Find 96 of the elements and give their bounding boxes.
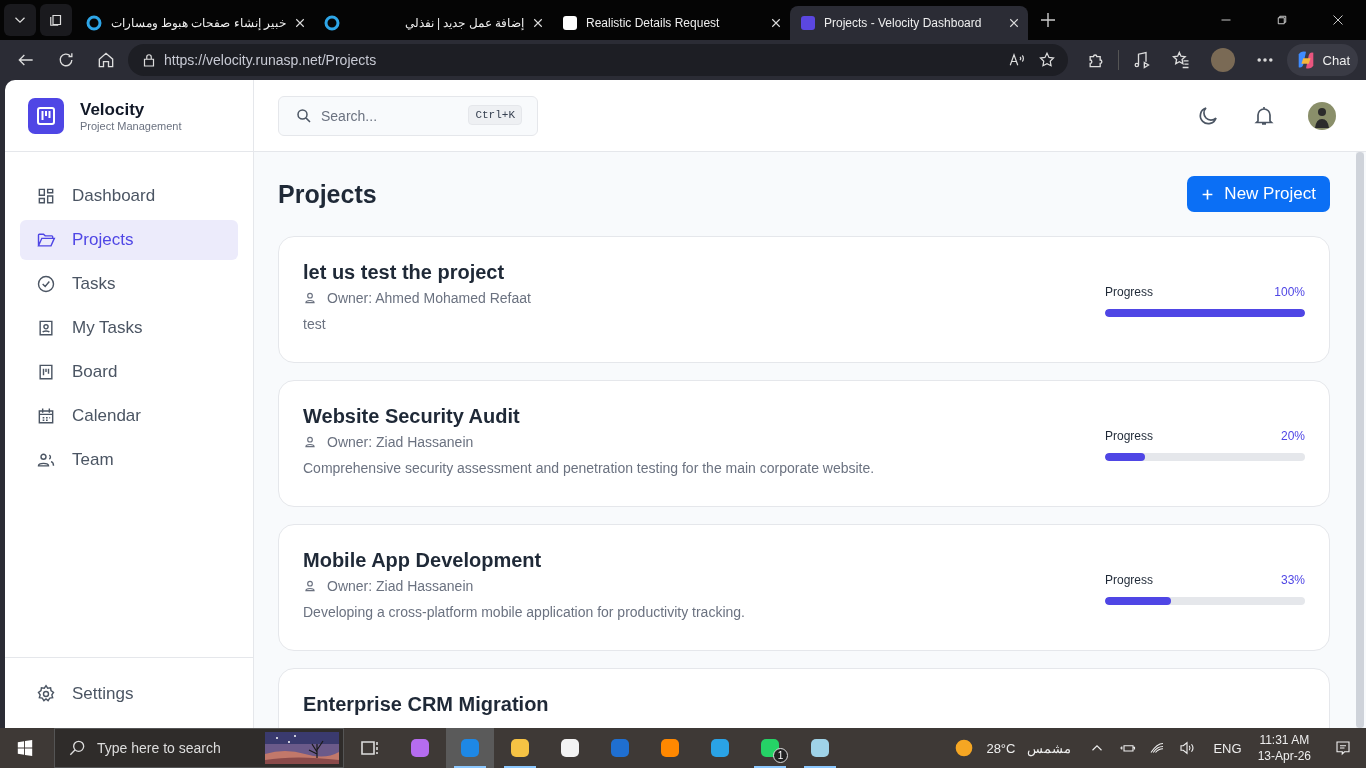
browser-tab[interactable]: إضافة عمل جديد | نفذلي bbox=[314, 6, 552, 40]
sun-icon[interactable] bbox=[954, 738, 975, 758]
dashboard-icon bbox=[36, 186, 56, 206]
favicon-icon bbox=[562, 15, 578, 31]
progress-label: Progress bbox=[1105, 429, 1154, 443]
app-name: Velocity bbox=[80, 99, 146, 120]
app-icon bbox=[708, 736, 732, 760]
app-icon bbox=[608, 736, 632, 760]
team-icon bbox=[36, 450, 56, 470]
app-icon bbox=[758, 736, 782, 760]
workspaces-button[interactable] bbox=[40, 4, 72, 36]
weather-condition: مشمس bbox=[1027, 740, 1072, 756]
taskbar-app[interactable]: 1 bbox=[746, 728, 794, 768]
browser-tab[interactable]: Projects - Velocity Dashboard bbox=[790, 6, 1028, 40]
folder-icon bbox=[36, 230, 56, 250]
app-tagline: Project Management bbox=[80, 119, 182, 132]
progress-value: 33% bbox=[1280, 573, 1305, 587]
app-icon bbox=[558, 736, 582, 760]
close-icon[interactable] bbox=[294, 17, 306, 29]
nav-item[interactable]: My Tasks bbox=[20, 308, 238, 348]
tab-title: Projects - Velocity Dashboard bbox=[824, 16, 983, 30]
project-owner: Owner: Ziad Hassanein bbox=[327, 434, 474, 450]
close-icon[interactable] bbox=[1008, 17, 1020, 29]
project-owner: Owner: Ziad Hassanein bbox=[327, 578, 474, 594]
address-bar[interactable]: https://velocity.runasp.net/Projects bbox=[128, 44, 1068, 76]
user-icon bbox=[303, 435, 317, 449]
project-card[interactable]: let us test the project Owner: Ahmed Mohamed Refaat test Progress 100% bbox=[278, 236, 1330, 363]
app-icon bbox=[408, 736, 432, 760]
start-icon[interactable] bbox=[16, 739, 34, 757]
close-icon[interactable] bbox=[532, 17, 544, 29]
new-tab-icon[interactable] bbox=[1040, 12, 1056, 28]
browser-tab[interactable]: Realistic Details Request bbox=[552, 6, 790, 40]
clock-date: 13-Apr-26 bbox=[1257, 748, 1311, 765]
favicon-icon bbox=[86, 15, 102, 31]
page-title: Projects bbox=[278, 179, 377, 209]
star-icon[interactable] bbox=[1037, 51, 1056, 69]
clock[interactable]: 11:31 AM 13-Apr-26 bbox=[1257, 731, 1311, 765]
plus-icon bbox=[1201, 187, 1215, 201]
new-project-button[interactable]: New Project bbox=[1187, 176, 1330, 212]
app-icon bbox=[508, 736, 532, 760]
app-icon bbox=[808, 736, 832, 760]
home-icon[interactable] bbox=[96, 50, 116, 70]
user-badge-icon bbox=[36, 318, 56, 338]
close-icon[interactable] bbox=[1332, 14, 1344, 26]
volume-icon[interactable] bbox=[1178, 739, 1197, 757]
favicon-icon bbox=[800, 15, 816, 31]
weather-temperature: 28°C bbox=[986, 740, 1016, 756]
nav-item[interactable]: Projects bbox=[20, 220, 238, 260]
project-description: Comprehensive security assessment and penetration testing for the main corporate website. bbox=[303, 460, 875, 476]
search-icon bbox=[295, 106, 313, 125]
project-card[interactable]: Mobile App Development Owner: Ziad Hassanein Developing a cross-platform mobile application for productivity tracking. Progress 33% bbox=[278, 524, 1330, 651]
nav-item[interactable]: Settings bbox=[20, 674, 238, 714]
profile-avatar[interactable] bbox=[1210, 48, 1235, 72]
copilot-chat-button[interactable]: Chat bbox=[1286, 44, 1358, 76]
clock-time: 11:31 AM bbox=[1259, 731, 1310, 748]
notifications-icon[interactable] bbox=[1334, 739, 1352, 757]
progress-label: Progress bbox=[1105, 573, 1154, 587]
progress-value: 100% bbox=[1274, 285, 1305, 299]
tab-title: خبير إنشاء صفحات هبوط ومسارات bbox=[110, 16, 286, 30]
project-description: Developing a cross-platform mobile application for productivity tracking. bbox=[303, 604, 745, 620]
app-icon bbox=[658, 736, 682, 760]
favicon-icon bbox=[324, 15, 340, 31]
logo-icon bbox=[28, 97, 64, 134]
app-icon bbox=[458, 736, 482, 760]
user-icon bbox=[303, 291, 317, 305]
language-indicator[interactable]: ENG bbox=[1213, 740, 1242, 756]
nav-item[interactable]: Team bbox=[20, 440, 238, 480]
tab-title: إضافة عمل جديد | نفذلي bbox=[403, 16, 524, 30]
project-name: let us test the project bbox=[303, 261, 506, 284]
search-icon bbox=[67, 738, 87, 758]
project-name: Enterprise CRM Migration bbox=[303, 693, 549, 716]
close-icon[interactable] bbox=[770, 17, 782, 29]
project-name: Website Security Audit bbox=[303, 405, 521, 428]
calendar-icon bbox=[36, 406, 56, 426]
taskbar-search-field[interactable]: Type here to search bbox=[54, 728, 344, 768]
project-card[interactable]: Enterprise CRM Migration bbox=[278, 668, 1330, 728]
project-card[interactable]: Website Security Audit Owner: Ziad Hassanein Comprehensive security assessment and penetration testing for the main corporate website. Progress 20% bbox=[278, 380, 1330, 507]
favorites-icon[interactable] bbox=[1170, 50, 1191, 70]
notification-badge: 1 bbox=[773, 748, 788, 763]
nav-item[interactable]: Board bbox=[20, 352, 238, 392]
nav-item[interactable]: Calendar bbox=[20, 396, 238, 436]
nav-item[interactable]: Tasks bbox=[20, 264, 238, 304]
project-name: Mobile App Development bbox=[303, 549, 543, 572]
project-description: test bbox=[303, 316, 327, 332]
project-owner: Owner: Ahmed Mohamed Refaat bbox=[327, 290, 531, 306]
user-icon bbox=[303, 579, 317, 593]
tab-title: Realistic Details Request bbox=[586, 16, 721, 30]
browser-tab[interactable]: خبير إنشاء صفحات هبوط ومسارات bbox=[76, 6, 314, 40]
user-avatar[interactable] bbox=[1308, 101, 1336, 130]
settings-icon bbox=[36, 684, 56, 704]
progress-value: 20% bbox=[1280, 429, 1305, 443]
board-icon bbox=[36, 362, 56, 382]
restore-icon[interactable] bbox=[1276, 14, 1288, 26]
shortcut-hint: Ctrl+K bbox=[468, 104, 522, 125]
progress-label: Progress bbox=[1105, 285, 1154, 299]
nav-item[interactable]: Dashboard bbox=[20, 176, 238, 216]
